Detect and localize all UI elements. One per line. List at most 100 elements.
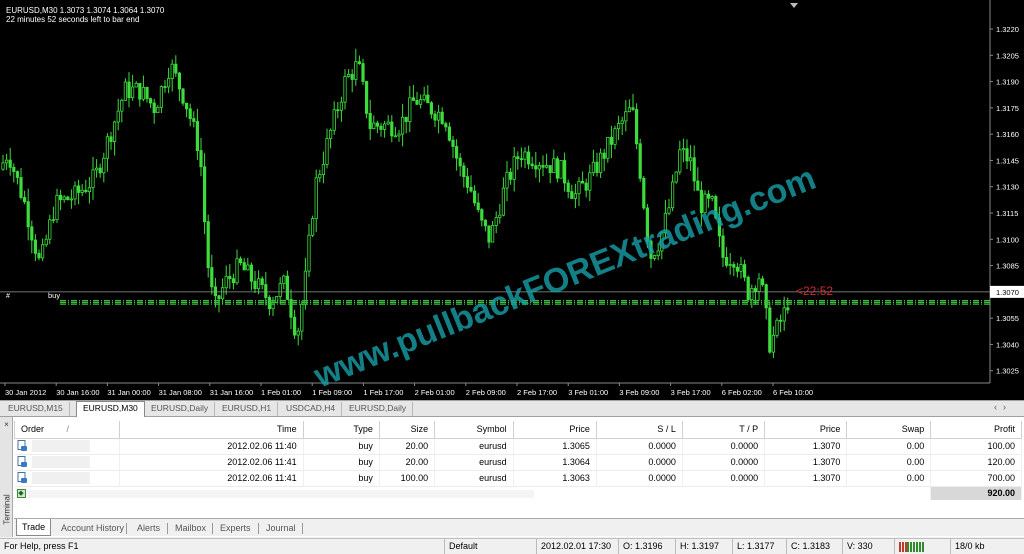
chart-tab-usdcad-h4[interactable]: USDCAD,H4 — [280, 402, 343, 416]
price-chart[interactable]: 1.3220 1.3205 1.3190 1.3175 1.3160 1.3145 1.31… — [0, 0, 1024, 400]
chart-tab-eurusd-m30[interactable]: EURUSD,M30 — [76, 401, 145, 417]
size-cell: 20.00 — [379, 438, 436, 455]
candle-body — [361, 63, 365, 82]
candle-body — [739, 264, 743, 272]
close-icon[interactable]: × — [2, 420, 11, 429]
time-tick-label: 2 Feb 17:00 — [517, 388, 557, 397]
col-swap[interactable]: Swap — [846, 421, 932, 439]
chart-window-tabs: EURUSD,M15 EURUSD,M30 EURUSD,Daily EURUS… — [0, 400, 1024, 417]
type-cell: buy — [303, 470, 380, 487]
candle-body — [595, 161, 599, 173]
candle-body — [41, 244, 45, 259]
tab-journal[interactable]: Journal — [261, 521, 301, 535]
candle-body — [12, 166, 16, 172]
candle-body — [138, 83, 142, 100]
candle-body — [188, 108, 192, 120]
col-tp[interactable]: T / P — [681, 421, 766, 439]
tab-mailbox[interactable]: Mailbox — [170, 521, 211, 535]
candle-body — [177, 72, 181, 90]
tp-cell: 0.0000 — [682, 438, 766, 455]
candle-body — [390, 121, 394, 137]
price-tick-label: 1.3190 — [996, 78, 1019, 87]
candle-body — [249, 264, 253, 282]
candle-body — [22, 197, 27, 203]
chart-tab-eurusd-h1[interactable]: EURUSD,H1 — [216, 402, 279, 416]
col-current-price[interactable]: Price — [764, 421, 848, 439]
chart-shift-marker[interactable] — [790, 3, 798, 8]
candle-body — [602, 152, 606, 159]
candle-body — [271, 301, 275, 310]
candle-body — [681, 148, 686, 151]
candle-body — [721, 235, 725, 258]
candle-body — [192, 118, 196, 122]
connection-status[interactable] — [894, 539, 950, 554]
table-row[interactable]: 2012.02.06 11:41 buy 20.00 eurusd 1.3064… — [14, 454, 1022, 471]
table-row[interactable]: 2012.02.06 11:41 buy 100.00 eurusd 1.306… — [14, 470, 1022, 487]
tab-alerts[interactable]: Alerts — [132, 521, 165, 535]
tab-scroll-arrows[interactable]: ‹› — [994, 402, 1012, 412]
chart-tab-eurusd-m15[interactable]: EURUSD,M15 — [2, 402, 70, 416]
profit-cell: 120.00 — [930, 454, 1022, 471]
candle-body — [768, 307, 772, 353]
balance-cell: ◆ — [14, 486, 932, 500]
candle-body — [685, 148, 689, 162]
tab-trade[interactable]: Trade — [16, 519, 52, 536]
col-sl[interactable]: S / L — [595, 421, 683, 439]
candle-body — [350, 74, 354, 80]
time-tick-label: 30 Jan 16:00 — [56, 388, 99, 397]
chart-tab-eurusd-daily-2[interactable]: EURUSD,Daily — [343, 402, 414, 416]
candle-body — [779, 319, 783, 322]
candle-body — [490, 225, 495, 243]
connection-bars-icon — [907, 541, 925, 552]
candle-body — [588, 172, 592, 191]
table-row[interactable]: 2012.02.06 11:40 buy 20.00 eurusd 1.3065… — [14, 438, 1022, 455]
col-time[interactable]: Time — [119, 421, 304, 439]
candle-body — [116, 110, 120, 123]
candle-body — [274, 296, 279, 303]
candlestick-chart[interactable]: 1.3220 1.3205 1.3190 1.3175 1.3160 1.3145 1.31… — [0, 0, 1024, 400]
candle-body — [73, 185, 77, 200]
candle-body — [246, 264, 250, 271]
balance-row[interactable]: ◆ 920.00 — [14, 486, 1022, 500]
candle-body — [184, 102, 189, 110]
tab-separator — [258, 523, 259, 534]
candle-body — [379, 125, 383, 130]
candle-body — [696, 180, 700, 191]
candle-body — [372, 122, 376, 130]
candle-body — [728, 264, 732, 266]
candle-body — [404, 116, 408, 122]
price-cell: 1.3065 — [513, 438, 597, 455]
col-type[interactable]: Type — [302, 421, 380, 439]
candle-body — [462, 165, 466, 178]
time-tick-label: 1 Feb 17:00 — [363, 388, 403, 397]
chart-tab-eurusd-daily[interactable]: EURUSD,Daily — [145, 402, 216, 416]
candle-body — [386, 121, 390, 125]
col-symbol[interactable]: Symbol — [434, 421, 514, 439]
candle-body — [55, 194, 59, 221]
tab-separator — [302, 523, 303, 534]
tab-experts[interactable]: Experts — [215, 521, 256, 535]
col-size[interactable]: Size — [378, 421, 436, 439]
candle-body — [195, 121, 199, 151]
type-cell: buy — [303, 454, 380, 471]
candle-body — [505, 171, 509, 189]
col-price[interactable]: Price — [512, 421, 597, 439]
candle-body — [606, 136, 610, 159]
candle-body — [487, 225, 491, 243]
swap-cell: 0.00 — [846, 470, 932, 487]
candle-body — [156, 106, 160, 114]
candle-body — [465, 176, 470, 188]
status-profile[interactable]: Default — [444, 539, 536, 554]
candle-body — [501, 187, 506, 216]
price-tick-label: 1.3205 — [996, 51, 1019, 60]
col-profit[interactable]: Profit — [930, 421, 1022, 439]
time-tick-label: 31 Jan 16:00 — [210, 388, 253, 397]
candle-body — [775, 319, 779, 336]
candle-body — [408, 97, 412, 122]
col-order[interactable]: Order / — [14, 421, 120, 439]
tp-cell: 0.0000 — [682, 454, 766, 471]
candle-body — [422, 94, 426, 101]
price-tick-label: 1.3100 — [996, 235, 1019, 244]
candle-body — [624, 111, 628, 122]
tab-account-history[interactable]: Account History — [56, 521, 129, 535]
